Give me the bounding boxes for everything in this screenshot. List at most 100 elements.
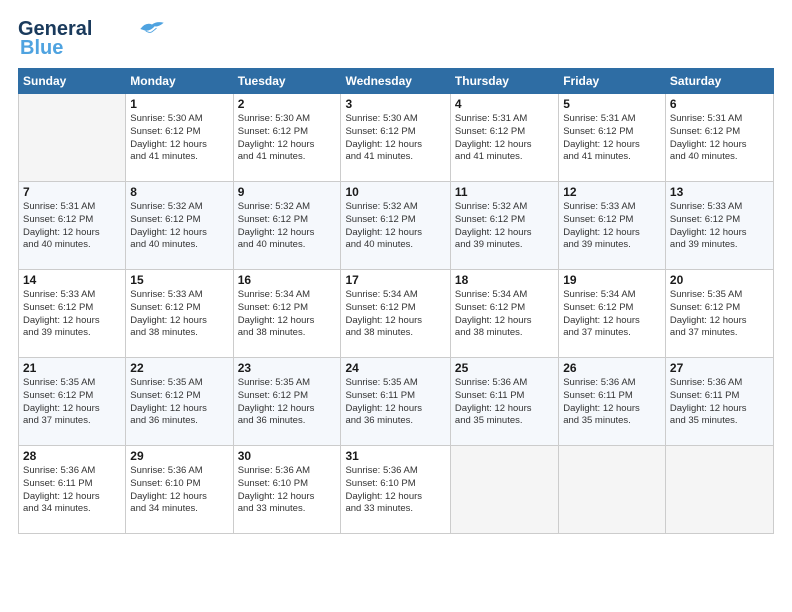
day-cell: [665, 446, 773, 534]
day-cell: 20Sunrise: 5:35 AM Sunset: 6:12 PM Dayli…: [665, 270, 773, 358]
day-info: Sunrise: 5:30 AM Sunset: 6:12 PM Dayligh…: [130, 113, 228, 164]
day-info: Sunrise: 5:36 AM Sunset: 6:11 PM Dayligh…: [23, 465, 121, 516]
day-cell: 30Sunrise: 5:36 AM Sunset: 6:10 PM Dayli…: [233, 446, 341, 534]
day-info: Sunrise: 5:32 AM Sunset: 6:12 PM Dayligh…: [238, 201, 337, 252]
day-info: Sunrise: 5:31 AM Sunset: 6:12 PM Dayligh…: [23, 201, 121, 252]
day-number: 24: [345, 361, 445, 375]
day-cell: 14 Sunrise: 5:33 AM Sunset: 6:12 PM Dayli…: [19, 270, 126, 358]
day-number: 27: [670, 361, 769, 375]
day-number: 5: [563, 97, 661, 111]
day-info: Sunrise: 5:31 AM Sunset: 6:12 PM Dayligh…: [455, 113, 554, 164]
day-info: Sunrise: 5:36 AM Sunset: 6:10 PM Dayligh…: [130, 465, 228, 516]
day-info: Sunrise: 5:31 AM Sunset: 6:12 PM Dayligh…: [670, 113, 769, 164]
column-header-thursday: Thursday: [450, 69, 558, 94]
day-info: Sunrise: 5:35 AM Sunset: 6:12 PM Dayligh…: [130, 377, 228, 428]
day-number: 7: [23, 185, 121, 199]
day-number: 10: [345, 185, 445, 199]
day-cell: 19 Sunrise: 5:34 AM Sunset: 6:12 PM Dayli…: [559, 270, 666, 358]
day-cell: 13 Sunrise: 5:33 AM Sunset: 6:12 PM Dayli…: [665, 182, 773, 270]
day-info: Sunrise: 5:35 AM Sunset: 6:12 PM Dayligh…: [23, 377, 121, 428]
day-cell: [559, 446, 666, 534]
day-cell: 6 Sunrise: 5:31 AM Sunset: 6:12 PM Daylig…: [665, 94, 773, 182]
week-row-3: 14 Sunrise: 5:33 AM Sunset: 6:12 PM Dayli…: [19, 270, 774, 358]
day-number: 16: [238, 273, 337, 287]
column-header-saturday: Saturday: [665, 69, 773, 94]
day-info: Sunrise: 5:33 AM Sunset: 6:12 PM Dayligh…: [563, 201, 661, 252]
day-number: 2: [238, 97, 337, 111]
day-info: Sunrise: 5:33 AM Sunset: 6:12 PM Dayligh…: [130, 289, 228, 340]
column-header-monday: Monday: [126, 69, 233, 94]
day-cell: 31Sunrise: 5:36 AM Sunset: 6:10 PM Dayli…: [341, 446, 450, 534]
day-cell: 9 Sunrise: 5:32 AM Sunset: 6:12 PM Daylig…: [233, 182, 341, 270]
day-number: 22: [130, 361, 228, 375]
week-row-1: 1 Sunrise: 5:30 AM Sunset: 6:12 PM Daylig…: [19, 94, 774, 182]
day-info: Sunrise: 5:36 AM Sunset: 6:11 PM Dayligh…: [670, 377, 769, 428]
day-cell: 16 Sunrise: 5:34 AM Sunset: 6:12 PM Dayli…: [233, 270, 341, 358]
day-cell: 12 Sunrise: 5:33 AM Sunset: 6:12 PM Dayli…: [559, 182, 666, 270]
page: General Blue SundayMondayTuesdayWednesda…: [0, 0, 792, 612]
day-cell: 11 Sunrise: 5:32 AM Sunset: 6:12 PM Dayli…: [450, 182, 558, 270]
day-cell: 29 Sunrise: 5:36 AM Sunset: 6:10 PM Dayli…: [126, 446, 233, 534]
day-number: 31: [345, 449, 445, 463]
day-info: Sunrise: 5:32 AM Sunset: 6:12 PM Dayligh…: [455, 201, 554, 252]
day-cell: 1 Sunrise: 5:30 AM Sunset: 6:12 PM Daylig…: [126, 94, 233, 182]
week-row-5: 28 Sunrise: 5:36 AM Sunset: 6:11 PM Dayli…: [19, 446, 774, 534]
column-header-friday: Friday: [559, 69, 666, 94]
day-info: Sunrise: 5:30 AM Sunset: 6:12 PM Dayligh…: [238, 113, 337, 164]
day-number: 9: [238, 185, 337, 199]
week-row-4: 21 Sunrise: 5:35 AM Sunset: 6:12 PM Dayli…: [19, 358, 774, 446]
day-cell: 5 Sunrise: 5:31 AM Sunset: 6:12 PM Daylig…: [559, 94, 666, 182]
day-cell: 3 Sunrise: 5:30 AM Sunset: 6:12 PM Daylig…: [341, 94, 450, 182]
day-cell: 27 Sunrise: 5:36 AM Sunset: 6:11 PM Dayli…: [665, 358, 773, 446]
day-info: Sunrise: 5:31 AM Sunset: 6:12 PM Dayligh…: [563, 113, 661, 164]
day-number: 13: [670, 185, 769, 199]
day-number: 8: [130, 185, 228, 199]
day-number: 1: [130, 97, 228, 111]
day-info: Sunrise: 5:30 AM Sunset: 6:12 PM Dayligh…: [345, 113, 445, 164]
day-cell: 17 Sunrise: 5:34 AM Sunset: 6:12 PM Dayli…: [341, 270, 450, 358]
day-cell: 18 Sunrise: 5:34 AM Sunset: 6:12 PM Dayli…: [450, 270, 558, 358]
logo: General Blue: [18, 18, 166, 60]
day-info: Sunrise: 5:35 AM Sunset: 6:11 PM Dayligh…: [345, 377, 445, 428]
day-number: 14: [23, 273, 121, 287]
day-cell: 28 Sunrise: 5:36 AM Sunset: 6:11 PM Dayli…: [19, 446, 126, 534]
day-number: 4: [455, 97, 554, 111]
day-cell: 7 Sunrise: 5:31 AM Sunset: 6:12 PM Daylig…: [19, 182, 126, 270]
day-number: 28: [23, 449, 121, 463]
day-info: Sunrise: 5:34 AM Sunset: 6:12 PM Dayligh…: [238, 289, 337, 340]
column-header-sunday: Sunday: [19, 69, 126, 94]
day-number: 18: [455, 273, 554, 287]
day-number: 6: [670, 97, 769, 111]
day-cell: 25Sunrise: 5:36 AM Sunset: 6:11 PM Dayli…: [450, 358, 558, 446]
day-info: Sunrise: 5:35 AM Sunset: 6:12 PM Dayligh…: [238, 377, 337, 428]
day-cell: 15 Sunrise: 5:33 AM Sunset: 6:12 PM Dayli…: [126, 270, 233, 358]
day-info: Sunrise: 5:33 AM Sunset: 6:12 PM Dayligh…: [670, 201, 769, 252]
day-number: 29: [130, 449, 228, 463]
day-info: Sunrise: 5:33 AM Sunset: 6:12 PM Dayligh…: [23, 289, 121, 340]
calendar-header-row: SundayMondayTuesdayWednesdayThursdayFrid…: [19, 69, 774, 94]
day-info: Sunrise: 5:36 AM Sunset: 6:11 PM Dayligh…: [563, 377, 661, 428]
day-info: Sunrise: 5:34 AM Sunset: 6:12 PM Dayligh…: [345, 289, 445, 340]
day-number: 15: [130, 273, 228, 287]
day-number: 25: [455, 361, 554, 375]
day-info: Sunrise: 5:35 AM Sunset: 6:12 PM Dayligh…: [670, 289, 769, 340]
day-cell: 26Sunrise: 5:36 AM Sunset: 6:11 PM Dayli…: [559, 358, 666, 446]
day-number: 21: [23, 361, 121, 375]
column-header-tuesday: Tuesday: [233, 69, 341, 94]
day-info: Sunrise: 5:34 AM Sunset: 6:12 PM Dayligh…: [455, 289, 554, 340]
day-cell: 23Sunrise: 5:35 AM Sunset: 6:12 PM Dayli…: [233, 358, 341, 446]
day-cell: 4 Sunrise: 5:31 AM Sunset: 6:12 PM Daylig…: [450, 94, 558, 182]
day-number: 11: [455, 185, 554, 199]
day-number: 12: [563, 185, 661, 199]
day-number: 17: [345, 273, 445, 287]
day-number: 3: [345, 97, 445, 111]
day-cell: 24 Sunrise: 5:35 AM Sunset: 6:11 PM Dayli…: [341, 358, 450, 446]
day-cell: [450, 446, 558, 534]
day-number: 19: [563, 273, 661, 287]
day-cell: 2 Sunrise: 5:30 AM Sunset: 6:12 PM Daylig…: [233, 94, 341, 182]
day-info: Sunrise: 5:34 AM Sunset: 6:12 PM Dayligh…: [563, 289, 661, 340]
day-number: 30: [238, 449, 337, 463]
day-cell: 21 Sunrise: 5:35 AM Sunset: 6:12 PM Dayli…: [19, 358, 126, 446]
day-cell: [19, 94, 126, 182]
day-cell: 8Sunrise: 5:32 AM Sunset: 6:12 PM Daylig…: [126, 182, 233, 270]
